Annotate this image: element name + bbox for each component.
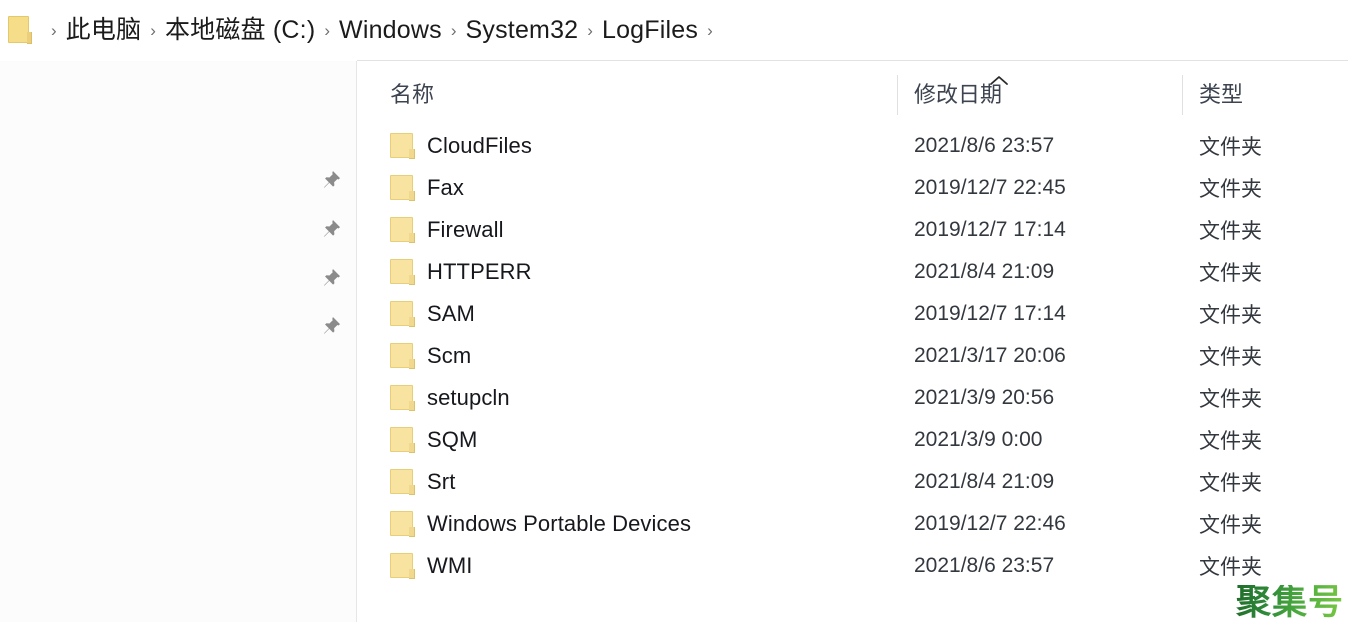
- column-header-modified[interactable]: 修改日期: [914, 61, 1002, 125]
- table-row[interactable]: HTTPERR 2021/8/4 21:09 文件夹: [358, 251, 1348, 293]
- file-list-pane: 名称 修改日期 类型 CloudFiles 2021/8/6 23:57 文件夹…: [358, 61, 1348, 622]
- column-divider[interactable]: [897, 75, 898, 115]
- column-header-type[interactable]: 类型: [1199, 61, 1243, 125]
- file-explorer-window: › 此电脑 › 本地磁盘 (C:) › Windows › System32 ›…: [0, 0, 1348, 622]
- file-name-cell[interactable]: Windows Portable Devices: [390, 503, 691, 545]
- file-modified-cell: 2019/12/7 17:14: [914, 218, 1066, 241]
- table-row[interactable]: SQM 2021/3/9 0:00 文件夹: [358, 419, 1348, 461]
- file-type-cell: 文件夹: [1199, 262, 1262, 285]
- table-row[interactable]: CloudFiles 2021/8/6 23:57 文件夹: [358, 125, 1348, 167]
- folder-icon: [390, 511, 415, 537]
- column-header-type-label: 类型: [1199, 82, 1244, 107]
- watermark: 聚集号: [1235, 583, 1344, 622]
- table-row[interactable]: Srt 2021/8/4 21:09 文件夹: [358, 461, 1348, 503]
- file-name-cell[interactable]: SQM: [390, 419, 477, 461]
- table-row[interactable]: SAM 2019/12/7 17:14 文件夹: [358, 293, 1348, 335]
- file-modified-cell: 2019/12/7 22:45: [914, 176, 1066, 199]
- column-divider[interactable]: [1182, 75, 1183, 115]
- folder-icon: [390, 259, 415, 285]
- file-name-label: Scm: [427, 343, 472, 368]
- file-name-cell[interactable]: Fax: [390, 167, 464, 209]
- file-type-cell: 文件夹: [1199, 388, 1262, 411]
- file-type-cell: 文件夹: [1199, 514, 1262, 537]
- file-type-cell: 文件夹: [1199, 304, 1262, 327]
- breadcrumb-separator: ›: [51, 20, 57, 40]
- breadcrumb-item-logfiles[interactable]: LogFiles: [602, 17, 698, 43]
- table-row[interactable]: Firewall 2019/12/7 17:14 文件夹: [358, 209, 1348, 251]
- file-name-cell[interactable]: HTTPERR: [390, 251, 532, 293]
- navigation-pane[interactable]: [0, 61, 357, 622]
- file-name-label: CloudFiles: [427, 133, 532, 158]
- file-name-label: Firewall: [427, 217, 504, 242]
- folder-icon: [390, 301, 415, 327]
- file-name-cell[interactable]: Scm: [390, 335, 471, 377]
- file-name-label: Windows Portable Devices: [427, 511, 692, 536]
- file-name-cell[interactable]: CloudFiles: [390, 125, 532, 167]
- file-type-cell: 文件夹: [1199, 556, 1262, 579]
- breadcrumb-separator: ›: [587, 20, 593, 40]
- file-modified-cell: 2021/3/9 20:56: [914, 386, 1055, 409]
- breadcrumb-item-local-disk[interactable]: 本地磁盘 (C:): [165, 17, 315, 43]
- pin-icon[interactable]: [320, 218, 342, 240]
- file-modified-cell: 2019/12/7 22:46: [914, 512, 1066, 535]
- column-header-name-label: 名称: [390, 82, 435, 107]
- file-modified-cell: 2021/8/6 23:57: [914, 554, 1055, 577]
- file-name-label: HTTPERR: [427, 259, 532, 284]
- table-row[interactable]: setupcln 2021/3/9 20:56 文件夹: [358, 377, 1348, 419]
- folder-icon: [390, 385, 415, 411]
- pin-icon[interactable]: [320, 267, 342, 289]
- file-name-label: SQM: [427, 427, 478, 452]
- breadcrumb-separator: ›: [150, 20, 156, 40]
- table-row[interactable]: Fax 2019/12/7 22:45 文件夹: [358, 167, 1348, 209]
- file-name-cell[interactable]: setupcln: [390, 377, 510, 419]
- file-type-cell: 文件夹: [1199, 178, 1262, 201]
- folder-icon: [390, 427, 415, 453]
- breadcrumb-separator-trailing[interactable]: ›: [698, 22, 722, 39]
- pin-icon[interactable]: [320, 169, 342, 191]
- breadcrumb-separator: ›: [324, 20, 331, 40]
- breadcrumb-item-this-pc[interactable]: 此电脑: [66, 17, 142, 43]
- file-modified-cell: 2021/3/9 0:00: [914, 428, 1043, 451]
- breadcrumb-separator: ›: [450, 20, 457, 40]
- folder-icon: [390, 217, 415, 243]
- file-type-cell: 文件夹: [1199, 136, 1262, 159]
- breadcrumb[interactable]: › 此电脑 › 本地磁盘 (C:) › Windows › System32 ›…: [0, 0, 1348, 60]
- file-type-cell: 文件夹: [1199, 472, 1262, 495]
- breadcrumb-item-system32[interactable]: System32: [466, 17, 579, 43]
- file-type-cell: 文件夹: [1199, 346, 1262, 369]
- folder-icon: [390, 133, 415, 159]
- file-name-label: SAM: [427, 301, 475, 326]
- file-modified-cell: 2021/8/4 21:09: [914, 470, 1055, 493]
- file-type-cell: 文件夹: [1199, 220, 1262, 243]
- file-name-cell[interactable]: SAM: [390, 293, 475, 335]
- folder-icon: [390, 553, 415, 579]
- table-row[interactable]: WMI 2021/8/6 23:57 文件夹: [358, 545, 1348, 587]
- file-rows: CloudFiles 2021/8/6 23:57 文件夹 Fax 2019/1…: [358, 125, 1348, 587]
- file-modified-cell: 2021/8/6 23:57: [914, 134, 1055, 157]
- file-name-label: Fax: [427, 175, 464, 200]
- file-name-label: WMI: [427, 553, 473, 578]
- table-row[interactable]: Windows Portable Devices 2019/12/7 22:46…: [358, 503, 1348, 545]
- file-modified-cell: 2019/12/7 17:14: [914, 302, 1066, 325]
- folder-icon: [390, 469, 415, 495]
- file-name-cell[interactable]: Srt: [390, 461, 455, 503]
- table-row[interactable]: Scm 2021/3/17 20:06 文件夹: [358, 335, 1348, 377]
- folder-icon: [390, 175, 415, 201]
- file-name-label: setupcln: [427, 385, 510, 410]
- file-modified-cell: 2021/8/4 21:09: [914, 260, 1055, 283]
- file-modified-cell: 2021/3/17 20:06: [914, 344, 1066, 367]
- pin-icon[interactable]: [320, 315, 342, 337]
- column-header-row: 名称 修改日期 类型: [358, 61, 1348, 125]
- file-type-cell: 文件夹: [1199, 430, 1262, 453]
- column-header-name[interactable]: 名称: [390, 61, 434, 125]
- column-header-modified-label: 修改日期: [914, 82, 1003, 107]
- folder-icon: [390, 343, 415, 369]
- folder-icon: [8, 15, 32, 45]
- breadcrumb-item-windows[interactable]: Windows: [339, 17, 442, 43]
- file-name-cell[interactable]: Firewall: [390, 209, 504, 251]
- file-name-label: Srt: [427, 469, 456, 494]
- file-name-cell[interactable]: WMI: [390, 545, 473, 587]
